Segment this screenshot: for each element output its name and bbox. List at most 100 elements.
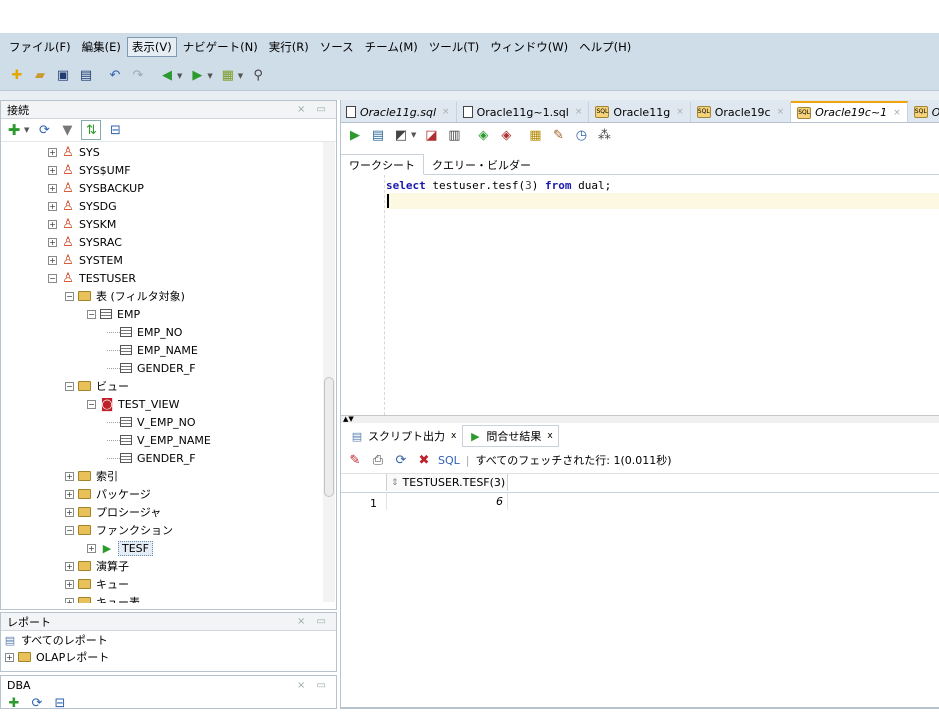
save-all-icon[interactable]: ▤ — [77, 67, 95, 85]
close-icon[interactable]: × — [777, 107, 785, 117]
expand-icon[interactable]: + — [5, 652, 14, 662]
tree-node[interactable]: − ◙ TEST_VIEW — [87, 395, 179, 413]
forward-dropdown-icon[interactable]: ▼ — [207, 72, 212, 80]
close-icon[interactable]: x — [547, 431, 552, 441]
tree-scrollbar-thumb[interactable] — [324, 377, 334, 497]
collapse-icon[interactable]: − — [65, 381, 74, 391]
tree-node[interactable]: EMP_NAME — [107, 341, 198, 359]
collapse-icon[interactable]: − — [48, 273, 57, 283]
print-icon[interactable]: ⎙ — [369, 451, 387, 469]
tree-node[interactable]: + キュー — [65, 575, 129, 593]
refresh-icon[interactable]: ⟳ — [392, 451, 410, 469]
tree-node[interactable]: + 演算子 — [65, 557, 129, 575]
collapse-icon[interactable]: − — [65, 291, 74, 301]
tree-node[interactable]: + ♙ SYS$UMF — [48, 161, 131, 179]
collapse-icon[interactable]: ⊟ — [106, 121, 124, 139]
tab-query-result[interactable]: ▶ 問合せ結果 x — [462, 425, 559, 447]
tree-node[interactable]: − ビュー — [65, 377, 129, 395]
expand-icon[interactable]: + — [65, 561, 74, 571]
tree-node[interactable]: GENDER_F — [107, 359, 196, 377]
report-item-olap[interactable]: + OLAPレポート — [1, 649, 336, 665]
sql-worksheet-icon[interactable]: ▦ — [219, 67, 237, 85]
tree-node[interactable]: V_EMP_NAME — [107, 431, 211, 449]
tab-query-builder[interactable]: クエリー・ビルダー — [424, 155, 539, 174]
editor-tab[interactable]: Oracle11g~1.sql × — [457, 102, 590, 122]
tree-node[interactable]: + ♙ SYSBACKUP — [48, 179, 144, 197]
sql-code-line[interactable]: select testuser.tesf(3) from dual; — [386, 179, 611, 192]
tree-node[interactable]: + ♙ SYS — [48, 143, 100, 161]
expand-icon[interactable]: + — [48, 255, 57, 265]
commit-icon[interactable]: ◈ — [474, 126, 492, 144]
close-icon[interactable]: × — [575, 107, 583, 117]
unshared-sql-icon[interactable]: ▦ — [526, 126, 544, 144]
close-icon[interactable]: × — [442, 107, 450, 117]
expand-icon[interactable]: + — [48, 165, 57, 175]
format-icon[interactable]: ⁂ — [595, 126, 613, 144]
expand-icon[interactable]: + — [65, 471, 74, 481]
menu-item-6[interactable]: チーム(M) — [360, 37, 423, 57]
pane-controls[interactable]: × ▭ — [297, 680, 330, 691]
sort-icon[interactable]: ⇕ — [391, 478, 399, 488]
tree-scrollbar[interactable] — [323, 142, 335, 602]
tree-node[interactable]: EMP_NO — [107, 323, 182, 341]
tree-node[interactable]: + ♙ SYSKM — [48, 215, 116, 233]
menu-item-0[interactable]: ファイル(F) — [4, 37, 76, 57]
undo-icon[interactable]: ↶ — [106, 67, 124, 85]
menu-item-9[interactable]: ヘルプ(H) — [574, 37, 636, 57]
autotrace-icon[interactable]: ◩ — [392, 126, 410, 144]
tree-node[interactable]: GENDER_F — [107, 449, 196, 467]
tree-node[interactable]: + ♙ SYSRAC — [48, 233, 122, 251]
menu-item-4[interactable]: 実行(R) — [264, 37, 314, 57]
tree-node[interactable]: V_EMP_NO — [107, 413, 196, 431]
refresh-icon[interactable]: ⟳ — [35, 121, 53, 139]
rollback-icon[interactable]: ◈ — [497, 126, 515, 144]
menu-item-2[interactable]: 表示(V) — [126, 37, 177, 57]
close-icon[interactable]: x — [451, 431, 456, 441]
menu-item-8[interactable]: ウィンドウ(W) — [485, 37, 573, 57]
save-icon[interactable]: ▣ — [54, 67, 72, 85]
editor-tab[interactable]: Oracle11g.sql × — [340, 102, 457, 122]
result-cell[interactable]: 6 — [386, 493, 508, 510]
tree-node[interactable]: + キュー表 — [65, 593, 140, 603]
tree-node[interactable]: − ♙ TESTUSER — [48, 269, 136, 287]
back-dropdown-icon[interactable]: ▼ — [177, 72, 182, 80]
tree-node[interactable]: + ♙ SYSDG — [48, 197, 117, 215]
pane-controls[interactable]: × ▭ — [297, 104, 330, 115]
collapse-icon[interactable]: − — [65, 525, 74, 535]
close-icon[interactable]: × — [893, 108, 901, 118]
back-icon[interactable]: ◀ — [158, 67, 176, 85]
add-connection-icon[interactable]: ✚ — [5, 121, 23, 139]
expand-icon[interactable]: + — [48, 147, 57, 157]
tree-node[interactable]: + 索引 — [65, 467, 118, 485]
expand-icon[interactable]: + — [48, 237, 57, 247]
expand-icon[interactable]: + — [48, 219, 57, 229]
pane-controls[interactable]: × ▭ — [297, 616, 330, 627]
sql-link[interactable]: SQL — [438, 454, 460, 467]
pin-icon[interactable]: ✎ — [346, 451, 364, 469]
editor-tab[interactable]: SQL Oracle11g × — [589, 102, 691, 122]
autotrace-dropdown-icon[interactable]: ▼ — [411, 131, 416, 139]
expand-icon[interactable]: + — [87, 543, 96, 553]
expand-icon[interactable]: + — [48, 201, 57, 211]
expand-icon[interactable]: + — [65, 579, 74, 589]
run-statement-icon[interactable]: ▶ — [346, 126, 364, 144]
tree-node[interactable]: + プロシージャ — [65, 503, 161, 521]
editor-tab[interactable]: SQL Oracle19c × — [691, 102, 792, 122]
sql-editor[interactable] — [340, 175, 939, 415]
new-file-icon[interactable]: ✚ — [8, 67, 26, 85]
run-script-icon[interactable]: ▤ — [369, 126, 387, 144]
refresh-icon[interactable]: ⟳ — [28, 694, 46, 712]
tree-node[interactable]: + ♙ SYSTEM — [48, 251, 123, 269]
schema-browser-icon[interactable]: ⇅ — [81, 120, 102, 140]
editor-tab[interactable]: SQL Oracle — [908, 102, 939, 122]
report-item-all[interactable]: ▤ すべてのレポート — [1, 631, 336, 649]
forward-icon[interactable]: ▶ — [188, 67, 206, 85]
explain-plan-icon[interactable]: ◪ — [422, 126, 440, 144]
tab-script-output[interactable]: ▤ スクリプト出力 x — [344, 425, 462, 447]
tree-node[interactable]: − ファンクション — [65, 521, 173, 539]
collapse-icon[interactable]: − — [87, 399, 96, 409]
history-icon[interactable]: ◷ — [572, 126, 590, 144]
sql-tuning-icon[interactable]: ▥ — [445, 126, 463, 144]
tree-node[interactable]: + パッケージ — [65, 485, 151, 503]
menu-item-5[interactable]: ソース — [315, 37, 359, 57]
